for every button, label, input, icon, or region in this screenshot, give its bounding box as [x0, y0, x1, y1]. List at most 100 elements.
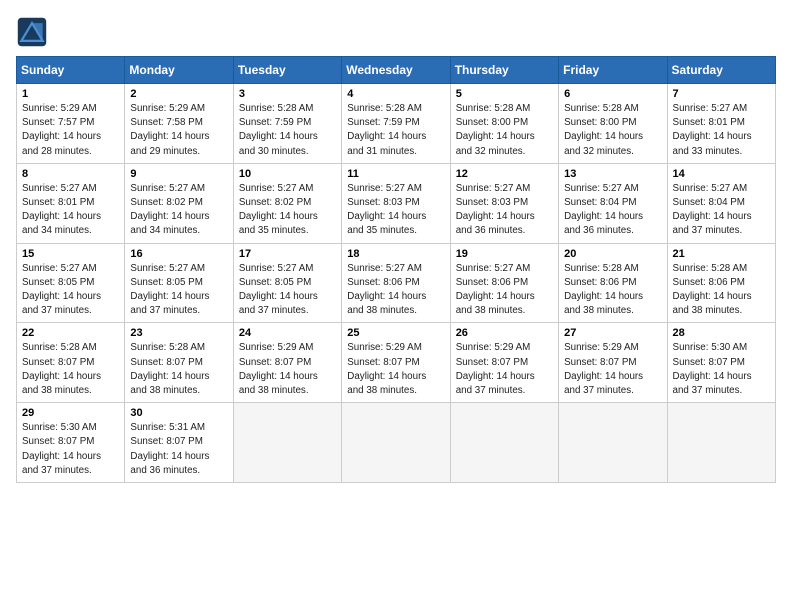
- day-number: 30: [130, 407, 227, 419]
- empty-cell: [559, 403, 667, 483]
- day-cell-25: 25Sunrise: 5:29 AMSunset: 8:07 PMDayligh…: [342, 323, 450, 403]
- empty-cell: [233, 403, 341, 483]
- day-cell-5: 5 Sunrise: 5:28 AMSunset: 8:00 PMDaylight…: [450, 84, 558, 164]
- day-number: 1: [22, 88, 119, 100]
- day-cell-17: 17 Sunrise: 5:27 AMSunset: 8:05 PMDayligh…: [233, 243, 341, 323]
- day-number: 12: [456, 168, 553, 180]
- day-info: Sunrise: 5:27 AMSunset: 8:03 PMDaylight:…: [456, 182, 553, 239]
- day-info: Sunrise: 5:29 AMSunset: 7:58 PMDaylight:…: [130, 102, 227, 159]
- day-number: 2: [130, 88, 227, 100]
- day-cell-29: 29 Sunrise: 5:30 AMSunset: 8:07 PMDayligh…: [17, 403, 125, 483]
- day-number: 15: [22, 248, 119, 260]
- day-info: Sunrise: 5:29 AMSunset: 8:07 PMDaylight:…: [239, 341, 336, 398]
- day-info: Sunrise: 5:27 AMSunset: 8:01 PMDaylight:…: [673, 102, 770, 159]
- day-cell-6: 6 Sunrise: 5:28 AMSunset: 8:00 PMDaylight…: [559, 84, 667, 164]
- day-cell-26: 26 Sunrise: 5:29 AMSunset: 8:07 PMDayligh…: [450, 323, 558, 403]
- day-number: 24: [239, 327, 336, 339]
- day-number: 20: [564, 248, 661, 260]
- day-cell-7: 7 Sunrise: 5:27 AMSunset: 8:01 PMDaylight…: [667, 84, 775, 164]
- day-number: 10: [239, 168, 336, 180]
- day-info: Sunrise: 5:28 AMSunset: 8:00 PMDaylight:…: [456, 102, 553, 159]
- empty-cell: [450, 403, 558, 483]
- day-cell-27: 27Sunrise: 5:29 AMSunset: 8:07 PMDayligh…: [559, 323, 667, 403]
- day-info: Sunrise: 5:29 AMSunset: 8:07 PMDaylight:…: [456, 341, 553, 398]
- day-number: 11: [347, 168, 444, 180]
- day-info: Sunrise: 5:27 AMSunset: 8:02 PMDaylight:…: [239, 182, 336, 239]
- column-header-sunday: Sunday: [17, 57, 125, 84]
- empty-cell: [342, 403, 450, 483]
- day-cell-11: 11 Sunrise: 5:27 AMSunset: 8:03 PMDayligh…: [342, 163, 450, 243]
- day-info: Sunrise: 5:27 AMSunset: 8:03 PMDaylight:…: [347, 182, 444, 239]
- day-cell-12: 12 Sunrise: 5:27 AMSunset: 8:03 PMDayligh…: [450, 163, 558, 243]
- day-cell-19: 19 Sunrise: 5:27 AMSunset: 8:06 PMDayligh…: [450, 243, 558, 323]
- column-header-saturday: Saturday: [667, 57, 775, 84]
- day-info: Sunrise: 5:30 AMSunset: 8:07 PMDaylight:…: [673, 341, 770, 398]
- day-info: Sunrise: 5:27 AMSunset: 8:06 PMDaylight:…: [347, 262, 444, 319]
- day-number: 22: [22, 327, 119, 339]
- column-header-wednesday: Wednesday: [342, 57, 450, 84]
- page-header: [16, 16, 776, 48]
- day-info: Sunrise: 5:27 AMSunset: 8:01 PMDaylight:…: [22, 182, 119, 239]
- column-header-thursday: Thursday: [450, 57, 558, 84]
- day-number: 6: [564, 88, 661, 100]
- logo-icon: [16, 16, 48, 48]
- day-number: 29: [22, 407, 119, 419]
- day-info: Sunrise: 5:28 AMSunset: 8:06 PMDaylight:…: [564, 262, 661, 319]
- day-cell-4: 4 Sunrise: 5:28 AMSunset: 7:59 PMDaylight…: [342, 84, 450, 164]
- day-number: 25: [347, 327, 444, 339]
- day-number: 27: [564, 327, 661, 339]
- day-info: Sunrise: 5:28 AMSunset: 7:59 PMDaylight:…: [239, 102, 336, 159]
- day-info: Sunrise: 5:27 AMSunset: 8:02 PMDaylight:…: [130, 182, 227, 239]
- day-number: 21: [673, 248, 770, 260]
- day-cell-2: 2 Sunrise: 5:29 AMSunset: 7:58 PMDaylight…: [125, 84, 233, 164]
- day-number: 14: [673, 168, 770, 180]
- day-info: Sunrise: 5:27 AMSunset: 8:04 PMDaylight:…: [673, 182, 770, 239]
- day-cell-3: 3 Sunrise: 5:28 AMSunset: 7:59 PMDaylight…: [233, 84, 341, 164]
- day-cell-24: 24 Sunrise: 5:29 AMSunset: 8:07 PMDayligh…: [233, 323, 341, 403]
- day-number: 9: [130, 168, 227, 180]
- day-info: Sunrise: 5:31 AMSunset: 8:07 PMDaylight:…: [130, 421, 227, 478]
- day-cell-9: 9 Sunrise: 5:27 AMSunset: 8:02 PMDaylight…: [125, 163, 233, 243]
- day-number: 28: [673, 327, 770, 339]
- day-cell-18: 18 Sunrise: 5:27 AMSunset: 8:06 PMDayligh…: [342, 243, 450, 323]
- day-cell-13: 13 Sunrise: 5:27 AMSunset: 8:04 PMDayligh…: [559, 163, 667, 243]
- empty-cell: [667, 403, 775, 483]
- day-cell-16: 16Sunrise: 5:27 AMSunset: 8:05 PMDayligh…: [125, 243, 233, 323]
- day-number: 26: [456, 327, 553, 339]
- day-number: 18: [347, 248, 444, 260]
- day-cell-30: 30 Sunrise: 5:31 AMSunset: 8:07 PMDayligh…: [125, 403, 233, 483]
- day-info: Sunrise: 5:28 AMSunset: 8:07 PMDaylight:…: [22, 341, 119, 398]
- day-info: Sunrise: 5:28 AMSunset: 8:06 PMDaylight:…: [673, 262, 770, 319]
- day-cell-28: 28 Sunrise: 5:30 AMSunset: 8:07 PMDayligh…: [667, 323, 775, 403]
- day-cell-1: 1 Sunrise: 5:29 AMSunset: 7:57 PMDaylight…: [17, 84, 125, 164]
- day-cell-10: 10 Sunrise: 5:27 AMSunset: 8:02 PMDayligh…: [233, 163, 341, 243]
- day-info: Sunrise: 5:28 AMSunset: 7:59 PMDaylight:…: [347, 102, 444, 159]
- day-cell-22: 22 Sunrise: 5:28 AMSunset: 8:07 PMDayligh…: [17, 323, 125, 403]
- day-cell-14: 14 Sunrise: 5:27 AMSunset: 8:04 PMDayligh…: [667, 163, 775, 243]
- day-number: 19: [456, 248, 553, 260]
- day-cell-23: 23Sunrise: 5:28 AMSunset: 8:07 PMDayligh…: [125, 323, 233, 403]
- day-number: 13: [564, 168, 661, 180]
- day-number: 3: [239, 88, 336, 100]
- day-cell-8: 8Sunrise: 5:27 AMSunset: 8:01 PMDaylight…: [17, 163, 125, 243]
- day-number: 17: [239, 248, 336, 260]
- day-info: Sunrise: 5:27 AMSunset: 8:06 PMDaylight:…: [456, 262, 553, 319]
- day-info: Sunrise: 5:28 AMSunset: 8:00 PMDaylight:…: [564, 102, 661, 159]
- day-info: Sunrise: 5:27 AMSunset: 8:05 PMDaylight:…: [22, 262, 119, 319]
- day-info: Sunrise: 5:27 AMSunset: 8:04 PMDaylight:…: [564, 182, 661, 239]
- logo: [16, 16, 52, 48]
- day-number: 7: [673, 88, 770, 100]
- day-info: Sunrise: 5:29 AMSunset: 7:57 PMDaylight:…: [22, 102, 119, 159]
- day-info: Sunrise: 5:28 AMSunset: 8:07 PMDaylight:…: [130, 341, 227, 398]
- day-info: Sunrise: 5:27 AMSunset: 8:05 PMDaylight:…: [239, 262, 336, 319]
- day-number: 5: [456, 88, 553, 100]
- day-cell-20: 20 Sunrise: 5:28 AMSunset: 8:06 PMDayligh…: [559, 243, 667, 323]
- column-header-friday: Friday: [559, 57, 667, 84]
- day-number: 4: [347, 88, 444, 100]
- day-info: Sunrise: 5:30 AMSunset: 8:07 PMDaylight:…: [22, 421, 119, 478]
- column-header-tuesday: Tuesday: [233, 57, 341, 84]
- calendar-table: SundayMondayTuesdayWednesdayThursdayFrid…: [16, 56, 776, 483]
- day-cell-21: 21 Sunrise: 5:28 AMSunset: 8:06 PMDayligh…: [667, 243, 775, 323]
- day-cell-15: 15 Sunrise: 5:27 AMSunset: 8:05 PMDayligh…: [17, 243, 125, 323]
- day-number: 16: [130, 248, 227, 260]
